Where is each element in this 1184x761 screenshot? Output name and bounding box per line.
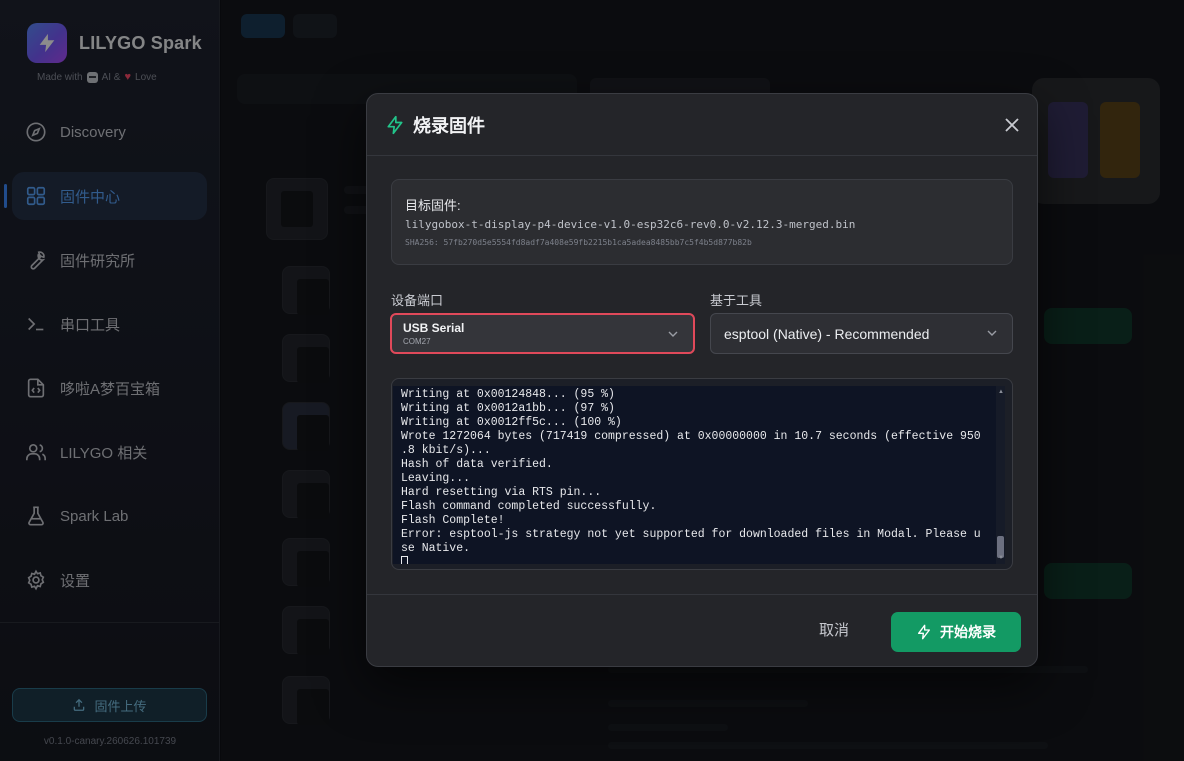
tool-value: esptool (Native) - Recommended	[724, 326, 930, 342]
text-cursor	[401, 556, 408, 564]
console-line: Writing at 0x00124848... (95 %)	[401, 388, 615, 401]
console-line: se Native.	[401, 542, 471, 555]
close-icon	[1005, 118, 1019, 132]
console-output: Writing at 0x00124848... (95 %) Writing a…	[393, 386, 1003, 564]
console-line: Flash Complete!	[401, 514, 505, 527]
dialog-footer: 取消 开始烧录	[367, 594, 1037, 666]
console-cursor	[401, 556, 995, 564]
firmware-filename: lilygobox-t-display-p4-device-v1.0-esp32…	[405, 218, 856, 231]
tool-select[interactable]: esptool (Native) - Recommended	[710, 313, 1013, 354]
console-line: Hard resetting via RTS pin...	[401, 486, 602, 499]
console-line: Writing at 0x0012a1bb... (97 %)	[401, 402, 615, 415]
chevron-down-icon	[667, 328, 679, 340]
scroll-down-icon[interactable]: ▼	[998, 555, 1004, 561]
console-line: Wrote 1272064 bytes (717419 compressed) …	[401, 430, 981, 443]
cancel-button[interactable]: 取消	[819, 619, 849, 640]
close-button[interactable]	[1001, 114, 1023, 136]
console-line: Hash of data verified.	[401, 458, 553, 471]
lightning-icon	[387, 115, 403, 135]
console-line: .8 kbit/s)...	[401, 444, 491, 457]
firmware-sha256: SHA256: 57fb270d5e5554fd8adf7a408e59fb22…	[405, 238, 752, 247]
lightning-icon	[918, 624, 930, 640]
start-flash-label: 开始烧录	[940, 624, 996, 640]
tool-label: 基于工具	[710, 293, 763, 308]
port-id: COM27	[403, 337, 431, 346]
flash-log-console[interactable]: Writing at 0x00124848... (95 %) Writing a…	[391, 378, 1013, 570]
dialog-title: 烧录固件	[385, 112, 485, 138]
flash-firmware-dialog: 烧录固件 目标固件: lilygobox-t-display-p4-device…	[366, 93, 1038, 667]
console-line: Leaving...	[401, 472, 471, 485]
device-port-select[interactable]: USB Serial COM27	[390, 313, 695, 354]
dialog-title-text: 烧录固件	[413, 116, 485, 136]
dialog-header: 烧录固件	[367, 94, 1037, 156]
target-firmware-card: 目标固件: lilygobox-t-display-p4-device-v1.0…	[391, 179, 1013, 265]
device-port-label: 设备端口	[391, 293, 444, 308]
port-name: USB Serial	[403, 321, 465, 335]
scroll-up-icon[interactable]: ▲	[998, 389, 1004, 395]
start-flash-button[interactable]: 开始烧录	[891, 612, 1021, 652]
target-firmware-label: 目标固件:	[405, 198, 461, 213]
chevron-down-icon	[986, 327, 998, 339]
console-line: Error: esptool-js strategy not yet suppo…	[401, 528, 981, 541]
console-line: Writing at 0x0012ff5c... (100 %)	[401, 416, 622, 429]
console-scrollbar[interactable]: ▲ ▼	[996, 386, 1005, 564]
console-line: Flash command completed successfully.	[401, 500, 657, 513]
